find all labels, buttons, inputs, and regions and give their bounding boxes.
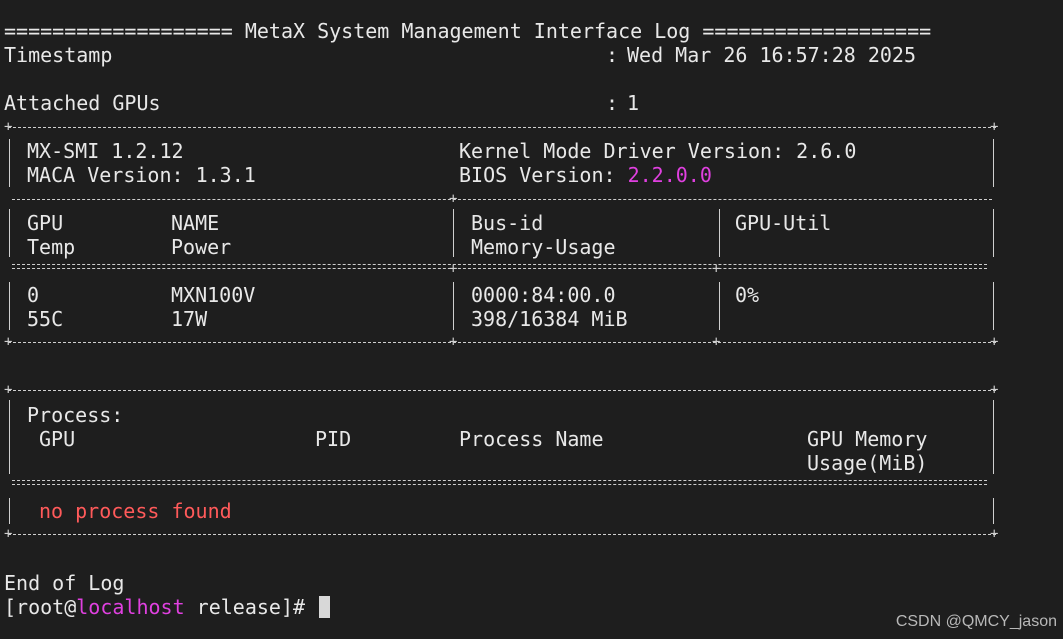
column-header-bus-id: Bus-id xyxy=(471,211,544,235)
gpu-index: 0 xyxy=(27,283,40,307)
mx-smi-version: MX-SMI 1.2.12 xyxy=(27,139,184,163)
table-border-left xyxy=(9,400,10,474)
table-divider-header xyxy=(12,264,987,269)
column-separator xyxy=(453,209,454,257)
column-separator xyxy=(719,282,720,330)
process-title: Process: xyxy=(27,403,124,427)
table-corner: + xyxy=(449,191,458,207)
table-corner: + xyxy=(4,334,13,350)
table-corner: + xyxy=(990,382,999,398)
table-border-left xyxy=(9,139,10,187)
terminal-window[interactable]: =================== MetaX System Managem… xyxy=(0,0,1063,639)
table-border-top xyxy=(8,127,996,128)
gpu-bus-id: 0000:84:00.0 xyxy=(471,283,616,307)
timestamp-sep: : xyxy=(606,43,619,67)
process-column-gpu: GPU xyxy=(39,427,76,451)
gpu-name: MXN100V xyxy=(171,283,256,307)
table-corner: + xyxy=(449,261,458,277)
table-corner: + xyxy=(4,382,13,398)
attached-gpus-sep: : xyxy=(606,91,619,115)
maca-version: MACA Version: 1.3.1 xyxy=(27,163,256,187)
table-border-left xyxy=(9,498,10,524)
table-border-left xyxy=(9,282,10,330)
process-column-memory: GPU Memory xyxy=(807,427,928,451)
bios-version: BIOS Version: 2.2.0.0 xyxy=(459,163,712,187)
table-border-right xyxy=(993,282,994,330)
table-border-top xyxy=(8,390,996,391)
table-divider-header xyxy=(12,480,987,485)
no-process-message: no process found xyxy=(39,499,232,523)
bios-version-value: 2.2.0.0 xyxy=(627,163,712,187)
process-column-memory-unit: Usage(MiB) xyxy=(807,451,928,475)
column-header-gpu: GPU xyxy=(27,211,64,235)
table-border-left xyxy=(9,209,10,257)
gpu-memory-usage: 398/16384 MiB xyxy=(471,307,628,331)
prompt-prefix: [root@ xyxy=(4,595,77,619)
kernel-driver-version: Kernel Mode Driver Version: 2.6.0 xyxy=(459,139,857,163)
table-corner: + xyxy=(4,119,13,135)
timestamp-value: Wed Mar 26 16:57:28 2025 xyxy=(627,43,916,67)
gpu-util: 0% xyxy=(735,283,760,307)
table-border-right xyxy=(993,400,994,474)
table-border-right xyxy=(993,209,994,257)
table-corner: + xyxy=(990,526,999,542)
table-border-bottom xyxy=(8,534,996,535)
watermark: CSDN @QMCY_jason xyxy=(895,613,1057,630)
column-separator xyxy=(453,282,454,330)
prompt-host: localhost xyxy=(76,595,185,619)
end-of-log: End of Log xyxy=(4,571,125,595)
shell-prompt[interactable]: [root@localhost release]# xyxy=(4,595,331,619)
table-corner: + xyxy=(4,526,13,542)
column-header-memory-usage: Memory-Usage xyxy=(471,235,616,259)
table-border-right xyxy=(993,139,994,187)
table-divider-version xyxy=(12,199,992,200)
attached-gpus-value: 1 xyxy=(627,91,640,115)
table-corner: + xyxy=(449,334,458,350)
table-border-bottom xyxy=(8,342,996,343)
gpu-power: 17W xyxy=(171,307,208,331)
column-header-power: Power xyxy=(171,235,232,259)
prompt-path: release]# xyxy=(184,595,318,619)
table-corner: + xyxy=(990,119,999,135)
log-title: =================== MetaX System Managem… xyxy=(4,19,932,43)
process-column-name: Process Name xyxy=(459,427,604,451)
timestamp-label: Timestamp xyxy=(4,43,113,67)
gpu-temp: 55C xyxy=(27,307,64,331)
column-header-gpu-util: GPU-Util xyxy=(735,211,832,235)
table-corner: + xyxy=(712,334,721,350)
column-separator xyxy=(719,209,720,257)
column-header-temp: Temp xyxy=(27,235,76,259)
table-border-right xyxy=(993,498,994,524)
bios-version-label: BIOS Version: xyxy=(459,163,628,187)
process-column-pid: PID xyxy=(315,427,352,451)
attached-gpus-label: Attached GPUs xyxy=(4,91,161,115)
table-corner: + xyxy=(712,261,721,277)
text-cursor[interactable] xyxy=(319,596,331,618)
table-corner: + xyxy=(990,334,999,350)
column-header-name: NAME xyxy=(171,211,220,235)
